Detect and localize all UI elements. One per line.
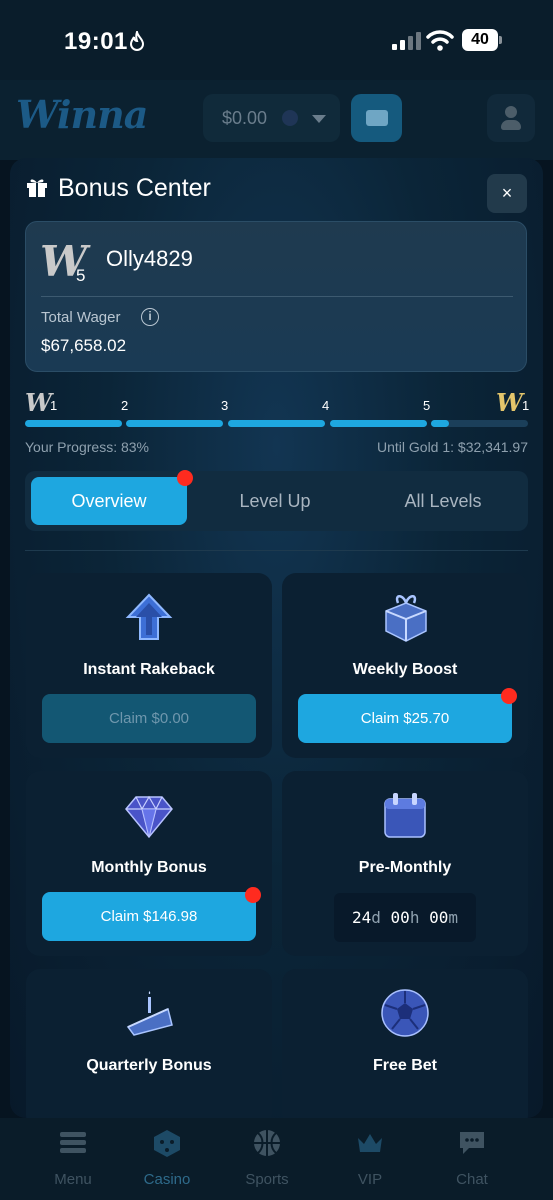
level-marker: 2 <box>121 398 129 413</box>
nav-vip[interactable]: VIP <box>325 1128 415 1188</box>
tab-bar: Overview Level Up All Levels <box>25 471 528 531</box>
countdown-timer: 24d 00h 00m <box>334 893 476 942</box>
basketball-icon <box>254 1130 280 1156</box>
user-icon <box>505 106 517 118</box>
rank-badge: W 5 <box>40 240 90 288</box>
countdown-days-unit: d <box>371 908 381 927</box>
progress-label: Your Progress: 83% <box>25 439 149 455</box>
claim-weekly-button[interactable]: Claim $25.70 <box>298 694 512 743</box>
progress-segment-fill <box>431 420 449 427</box>
notification-dot <box>245 887 261 903</box>
focus-flame-icon <box>129 31 145 51</box>
coin-icon <box>282 110 298 126</box>
nav-chat[interactable]: Chat <box>427 1128 517 1188</box>
nav-menu[interactable]: Menu <box>28 1128 118 1188</box>
tile-title: Instant Rakeback <box>83 661 215 678</box>
tile-instant-rakeback: Instant Rakeback Claim $0.00 <box>26 573 272 758</box>
notification-dot <box>501 688 517 704</box>
gift-icon <box>27 179 47 197</box>
tile-title: Monthly Bonus <box>91 859 207 876</box>
close-button[interactable]: × <box>487 174 527 213</box>
tile-title: Weekly Boost <box>352 661 458 678</box>
progress-segment <box>330 420 427 427</box>
tab-overview[interactable]: Overview <box>31 477 187 525</box>
modal-title: Bonus Center <box>58 174 211 202</box>
progress-end-rank: W 1 <box>496 388 536 417</box>
arrow-up-icon <box>125 593 173 640</box>
progress-start-rank: W 1 <box>25 388 61 417</box>
dice-icon <box>154 1130 180 1157</box>
level-marker: 4 <box>322 398 330 413</box>
rank-level: 5 <box>76 266 86 285</box>
nav-label: Casino <box>143 1171 191 1188</box>
battery-level: 40 <box>462 29 498 51</box>
diamond-icon <box>125 795 173 839</box>
cake-icon <box>126 991 173 1036</box>
countdown-minutes-unit: m <box>448 908 458 927</box>
username: Olly4829 <box>106 246 193 271</box>
nav-label: Chat <box>456 1171 488 1188</box>
progress-segment <box>126 420 223 427</box>
tile-monthly-bonus: Monthly Bonus Claim $146.98 <box>26 771 272 956</box>
level-marker: 5 <box>423 398 431 413</box>
claim-monthly-button[interactable]: Claim $146.98 <box>42 892 256 941</box>
battery-icon: 40 <box>462 29 502 51</box>
wallet-icon <box>366 110 388 126</box>
wallet-button[interactable] <box>351 94 402 142</box>
level-marker: 3 <box>221 398 229 413</box>
tile-title: Free Bet <box>372 1057 438 1074</box>
nav-casino[interactable]: Casino <box>122 1128 212 1188</box>
start-rank-level: 1 <box>50 398 58 413</box>
progress-segment <box>228 420 325 427</box>
tab-all-levels[interactable]: All Levels <box>365 477 521 525</box>
cellular-signal-icon <box>392 32 421 50</box>
crown-icon <box>358 1134 382 1152</box>
end-rank-level: 1 <box>522 398 530 413</box>
gift-box-icon <box>385 595 427 642</box>
bonus-center-modal: Bonus Center × W 5 Olly4829 Total Wager … <box>10 158 543 1118</box>
nav-label: Sports <box>245 1171 289 1188</box>
divider <box>41 296 513 297</box>
nav-label: Menu <box>54 1171 92 1188</box>
until-gold-label: Until Gold 1: $32,341.97 <box>377 439 528 455</box>
countdown-days: 24 <box>352 908 372 927</box>
bottom-nav: Menu Casino Sports VIP Chat <box>0 1118 553 1200</box>
user-card: W 5 Olly4829 Total Wager i $67,658.02 <box>25 221 527 372</box>
claim-rakeback-button[interactable]: Claim $0.00 <box>42 694 256 743</box>
end-rank-letter: W <box>496 388 523 417</box>
nav-sports[interactable]: Sports <box>222 1128 312 1188</box>
menu-icon <box>60 1132 86 1153</box>
countdown-hours: 00 <box>390 908 410 927</box>
start-rank-letter: W <box>25 388 52 417</box>
winna-logo[interactable]: Winna <box>16 92 148 137</box>
nav-label: VIP <box>357 1171 383 1188</box>
tile-title: Pre-Monthly <box>358 859 452 876</box>
status-bar: 19:01 40 <box>0 0 553 80</box>
info-icon[interactable]: i <box>141 308 159 326</box>
tile-quarterly-bonus: Quarterly Bonus <box>26 969 272 1118</box>
profile-button[interactable] <box>487 94 535 142</box>
countdown-hours-unit: h <box>409 908 420 927</box>
clock: 19:01 <box>64 28 128 55</box>
divider <box>25 550 528 551</box>
total-wager-value: $67,658.02 <box>41 336 127 355</box>
total-wager-label: Total Wager <box>41 309 121 326</box>
chevron-down-icon <box>312 115 326 123</box>
chat-icon <box>460 1132 484 1154</box>
tile-weekly-boost: Weekly Boost Claim $25.70 <box>282 573 528 758</box>
calendar-icon <box>384 793 426 838</box>
tile-title: Quarterly Bonus <box>86 1057 212 1074</box>
notification-dot <box>177 470 193 486</box>
tile-pre-monthly: Pre-Monthly 24d 00h 00m <box>282 771 528 956</box>
tile-free-bet: Free Bet <box>282 969 528 1118</box>
countdown-minutes: 00 <box>429 908 449 927</box>
balance-value: $0.00 <box>222 108 268 128</box>
wifi-icon <box>426 30 454 51</box>
progress-segment <box>25 420 122 427</box>
tab-level-up[interactable]: Level Up <box>201 477 349 525</box>
soccer-ball-icon <box>381 989 429 1037</box>
